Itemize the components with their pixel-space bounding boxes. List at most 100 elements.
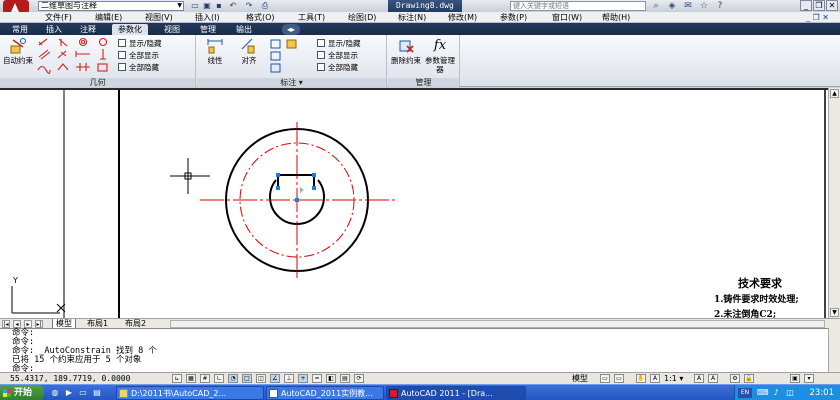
geometry-panel-title[interactable]: 几何 — [0, 78, 195, 87]
restore-icon[interactable]: ❐ — [813, 0, 825, 11]
favorites-icon[interactable]: ☆ — [698, 0, 710, 12]
ribbon-toggle-icon[interactable]: ◂▸ — [282, 24, 300, 35]
command-scrollbar[interactable] — [828, 328, 840, 372]
dimensional-panel-title[interactable]: 标注 ▾ — [197, 78, 386, 87]
workspace-select[interactable]: 二维草图与注释 ▼ — [38, 1, 184, 11]
menu-help[interactable]: 帮助(H) — [602, 12, 630, 23]
taskbar-item-autocad[interactable]: AutoCAD 2011 - [Dra... — [386, 386, 526, 400]
dimensional-show-hide-button[interactable]: 显示/隐藏 — [317, 39, 361, 49]
geometry-hide-all-button[interactable]: 全部隐藏 — [118, 63, 159, 73]
command-window[interactable]: 命令: 命令: 命令: _AutoConstrain 找到 8 个 已将 15 … — [0, 328, 828, 374]
clean-screen-icon[interactable]: ▣ — [790, 374, 800, 383]
ducs-toggle[interactable]: ⊥ — [284, 374, 294, 383]
open-file-icon[interactable]: ▣ — [202, 1, 212, 11]
pan-icon[interactable]: ✋ — [636, 374, 646, 383]
selection-cycling-toggle[interactable]: ⟳ — [354, 374, 364, 383]
save-icon[interactable]: ▪ — [214, 1, 224, 11]
doc-minimize-icon[interactable]: _ ❐ ✕ — [806, 12, 829, 23]
menu-modify[interactable]: 修改(M) — [448, 12, 477, 23]
tab-manage[interactable]: 管理 — [196, 24, 220, 35]
status-menu-icon[interactable]: ▾ — [804, 374, 814, 383]
annotation-visibility-icon[interactable]: A — [694, 374, 704, 383]
dimensional-hide-all-button[interactable]: 全部隐藏 — [317, 63, 358, 73]
tab-parametric[interactable]: 参数化 — [112, 24, 148, 35]
taskbar-item-explorer[interactable]: D:\2011书\AutoCAD_2... — [116, 386, 264, 400]
close-icon[interactable]: ✕ — [826, 0, 838, 11]
tab-insert[interactable]: 插入 — [42, 24, 66, 35]
quick-properties-toggle[interactable]: ▤ — [340, 374, 350, 383]
geometry-show-hide-button[interactable]: 显示/隐藏 — [118, 39, 162, 49]
new-file-icon[interactable]: ▭ — [190, 1, 200, 11]
prev-layout-icon[interactable]: ◂ — [13, 320, 21, 328]
help-icon[interactable]: ? — [714, 0, 726, 12]
scroll-down-icon[interactable]: ▼ — [830, 308, 839, 317]
drawing-canvas[interactable]: Y 技术要求 1.铸件要求时效处理; 2.未注倒角C2; — [0, 88, 828, 320]
plot-icon[interactable]: ⎙ — [260, 1, 270, 11]
menu-tools[interactable]: 工具(T) — [298, 12, 325, 23]
next-layout-icon[interactable]: ▸ — [24, 320, 32, 328]
geometry-show-all-button[interactable]: 全部显示 — [118, 51, 159, 61]
folder-icon[interactable]: ▭ — [78, 388, 88, 398]
menu-window[interactable]: 窗口(W) — [552, 12, 582, 23]
start-button[interactable]: 开始 — [0, 385, 44, 400]
menu-format[interactable]: 格式(O) — [246, 12, 275, 23]
last-layout-icon[interactable]: ▸| — [35, 320, 43, 328]
minimize-icon[interactable]: _ — [800, 0, 812, 11]
ortho-toggle[interactable]: ∟ — [214, 374, 224, 383]
vertical-scrollbar[interactable]: ▲ ▼ — [828, 88, 840, 318]
language-indicator[interactable]: EN — [738, 388, 752, 398]
communication-icon[interactable]: ✉ — [682, 0, 694, 12]
linear-constraint-button[interactable]: 线性 — [201, 37, 229, 65]
tab-home[interactable]: 常用 — [8, 24, 32, 35]
menu-file[interactable]: 文件(F) — [45, 12, 72, 23]
snap-toggle[interactable]: ▦ — [186, 374, 196, 383]
media-icon[interactable]: ▶ — [64, 388, 74, 398]
quick-view-layouts-icon[interactable]: ▭ — [600, 374, 610, 383]
3d-osnap-toggle[interactable]: ◫ — [256, 374, 266, 383]
parameters-manager-button[interactable]: fx 参数管理器 — [422, 37, 458, 74]
menu-view[interactable]: 视图(V) — [145, 12, 173, 23]
search-icon[interactable]: ⌕ — [650, 0, 662, 12]
workspace-switch-icon[interactable]: ⚙ — [730, 374, 740, 383]
lineweight-toggle[interactable]: ━ — [312, 374, 322, 383]
manage-panel-title[interactable]: 管理 — [388, 78, 459, 87]
grid-toggle[interactable]: # — [200, 374, 210, 383]
annotation-scale-icon[interactable]: A — [650, 374, 660, 383]
dyn-toggle[interactable]: + — [298, 374, 308, 383]
auto-scale-icon[interactable]: A — [708, 374, 718, 383]
horizontal-scrollbar[interactable] — [170, 320, 825, 328]
lock-icon[interactable]: 🔒 — [744, 374, 754, 383]
network-icon[interactable]: ◫ — [785, 388, 795, 398]
infer-constraints-toggle[interactable]: ⊾ — [172, 374, 182, 383]
delete-constraints-button[interactable]: 删除约束 — [391, 37, 421, 65]
menu-edit[interactable]: 编辑(E) — [95, 12, 122, 23]
menu-draw[interactable]: 绘图(D) — [348, 12, 376, 23]
polar-toggle[interactable]: ◔ — [228, 374, 238, 383]
quick-view-drawings-icon[interactable]: ▭ — [614, 374, 624, 383]
menu-insert[interactable]: 插入(I) — [195, 12, 220, 23]
osnap-toggle[interactable]: □ — [242, 374, 252, 383]
annotation-scale[interactable]: 1:1 ▾ — [664, 373, 683, 384]
ime-icon[interactable]: ⌨ — [757, 388, 769, 398]
undo-icon[interactable]: ↶ — [228, 1, 238, 11]
volume-icon[interactable]: ♪ — [771, 388, 781, 398]
browser-icon[interactable]: ◍ — [50, 388, 60, 398]
menu-parametric[interactable]: 参数(P) — [500, 12, 527, 23]
aligned-constraint-button[interactable]: 对齐 — [235, 37, 263, 65]
redo-icon[interactable]: ↷ — [244, 1, 254, 11]
model-space-button[interactable]: 模型 — [572, 373, 588, 384]
otrack-toggle[interactable]: ∠ — [270, 374, 280, 383]
tab-output[interactable]: 输出 — [232, 24, 256, 35]
menu-dimension[interactable]: 标注(N) — [398, 12, 426, 23]
first-layout-icon[interactable]: |◂ — [2, 320, 10, 328]
tab-view[interactable]: 视图 — [160, 24, 184, 35]
transparency-toggle[interactable]: ◧ — [326, 374, 336, 383]
auto-constrain-button[interactable]: 自动约束 — [3, 37, 33, 65]
subscription-icon[interactable]: ◈ — [666, 0, 678, 12]
dimensional-show-all-button[interactable]: 全部显示 — [317, 51, 358, 61]
taskbar-item-document[interactable]: AutoCAD_2011实例教... — [266, 386, 384, 400]
show-desktop-icon[interactable]: ▤ — [92, 388, 102, 398]
help-search-input[interactable]: 键入关键字或短语 — [510, 1, 646, 11]
tab-annotate[interactable]: 注释 — [76, 24, 100, 35]
scroll-up-icon[interactable]: ▲ — [830, 89, 839, 98]
